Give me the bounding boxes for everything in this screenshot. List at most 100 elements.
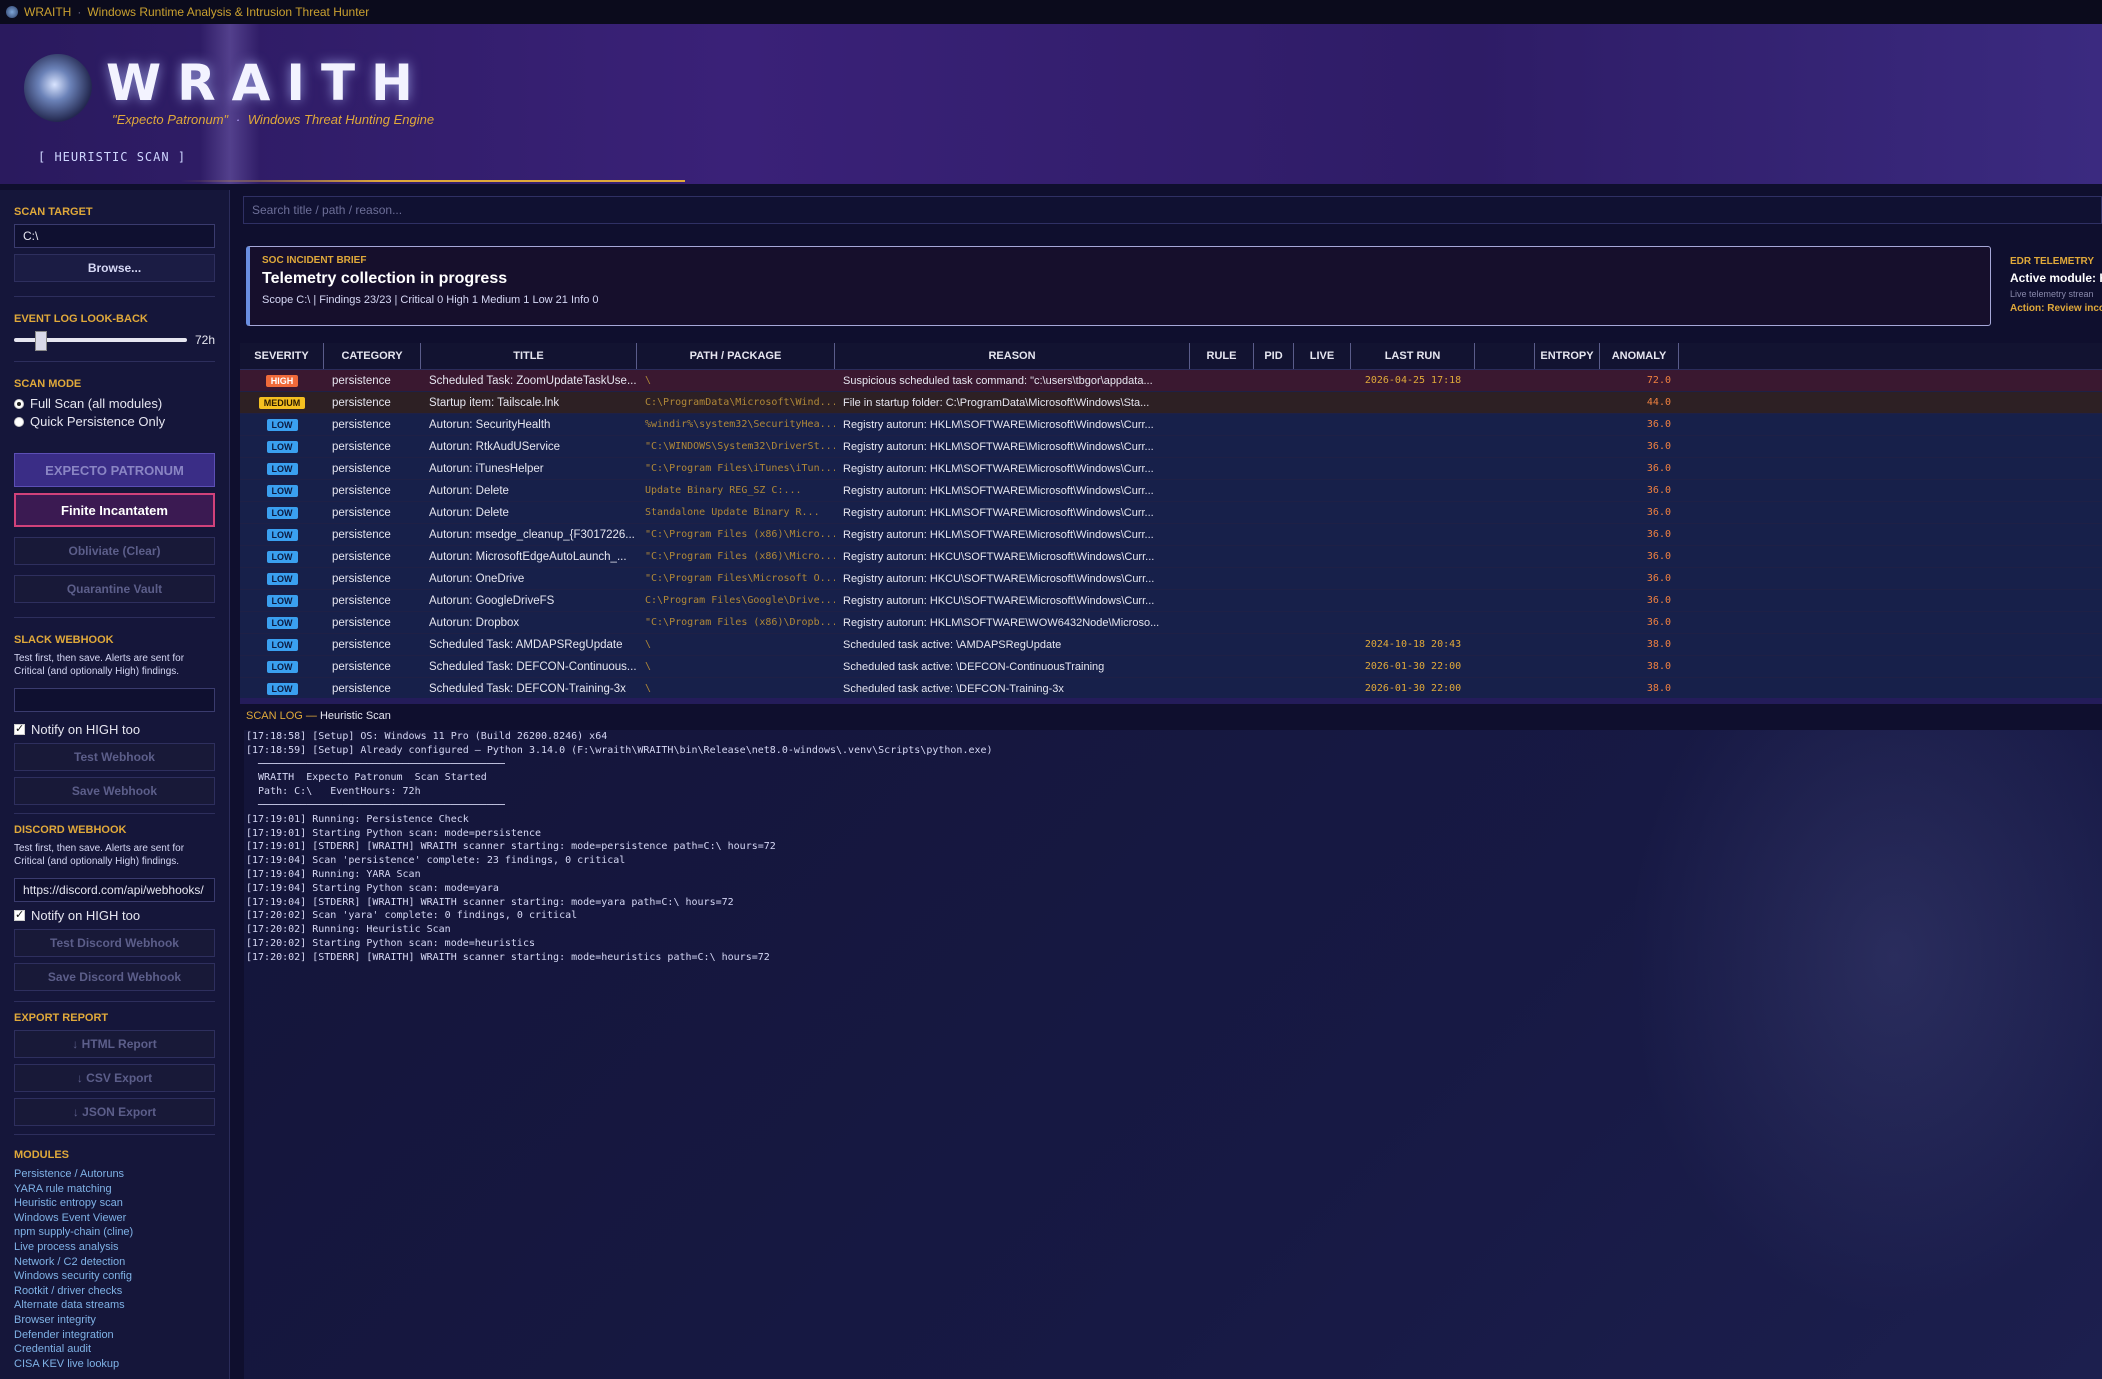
table-row[interactable]: LOW persistence Autorun: OneDrive "C:\Progr… [240,568,2102,590]
severity-cell: LOW [240,550,324,563]
severity-cell: LOW [240,638,324,651]
table-row[interactable]: LOW persistence Autorun: RtkAudUService "C:… [240,436,2102,458]
browse-button[interactable]: Browse... [14,254,215,282]
column-header[interactable]: CATEGORY [324,343,421,369]
html-report-button[interactable]: ↓ HTML Report [14,1030,215,1058]
modules-title: MODULES [14,1149,69,1161]
table-row[interactable]: LOW persistence Scheduled Task: AMDAPSRegU… [240,634,2102,656]
column-header[interactable]: REASON [835,343,1190,369]
divider [14,1134,215,1135]
table-row[interactable]: MEDIUM persistence Startup item: Tailscale… [240,392,2102,414]
search-input[interactable]: Search title / path / reason... [243,196,2102,224]
cell-path: "C:\Program Files\Microsoft O... [645,573,835,584]
severity-cell: LOW [240,572,324,585]
severity-badge: LOW [266,528,298,541]
column-header[interactable]: SEVERITY [240,343,324,369]
json-export-button[interactable]: ↓ JSON Export [14,1098,215,1126]
discord-notify-high-checkbox[interactable] [14,908,25,921]
cell-anomaly: 36.0 [1646,463,1671,474]
log-line: [17:20:02] [STDERR] [WRAITH] WRAITH scan… [246,951,770,963]
table-row[interactable]: LOW persistence Autorun: SecurityHealth %wi… [240,414,2102,436]
cell-title: Autorun: SecurityHealth [429,418,551,431]
edr-active-module: Active module: H [2010,271,2102,285]
cell-title: Scheduled Task: ZoomUpdateTaskUse... [429,374,637,387]
lookback-slider-handle[interactable] [34,331,47,351]
table-row[interactable]: LOW persistence Autorun: GoogleDriveFS C:\P… [240,590,2102,612]
cell-reason: Registry autorun: HKLM\SOFTWARE\Microsof… [843,462,1154,475]
csv-export-button[interactable]: ↓ CSV Export [14,1064,215,1092]
slack-notify-high[interactable]: Notify on HIGH too [14,722,215,737]
slack-webhook-title: SLACK WEBHOOK [14,634,114,646]
severity-cell: LOW [240,418,324,431]
discord-notify-high[interactable]: Notify on HIGH too [14,908,215,923]
cell-path: Standalone Update Binary R... [645,507,820,518]
table-row[interactable]: LOW persistence Autorun: iTunesHelper "C:\P… [240,458,2102,480]
column-header[interactable] [1475,343,1535,369]
test-discord-webhook-button[interactable]: Test Discord Webhook [14,929,215,957]
cell-last-run: 2024-10-18 20:43 [1364,639,1462,650]
scan-mode-full[interactable]: Full Scan (all modules) [14,396,215,411]
app-name: WRAITH [24,5,72,19]
scan-mode-quick[interactable]: Quick Persistence Only [14,414,215,429]
column-header[interactable]: LIVE [1294,343,1351,369]
cell-reason: File in startup folder: C:\ProgramData\M… [843,396,1150,409]
cell-reason: Registry autorun: HKLM\SOFTWARE\Microsof… [843,484,1154,497]
edr-action: Action: Review inco [2010,303,2102,314]
radio-quick-persistence[interactable] [14,416,24,427]
table-row[interactable]: HIGH persistence Scheduled Task: ZoomUpdat… [240,370,2102,392]
table-row[interactable]: LOW persistence Scheduled Task: DEFCON-Tra… [240,678,2102,698]
table-row[interactable]: LOW persistence Autorun: MicrosoftEdgeAuto… [240,546,2102,568]
edr-label: EDR TELEMETRY [2010,256,2095,267]
obliviate-clear-button[interactable]: Obliviate (Clear) [14,537,215,565]
severity-cell: LOW [240,506,324,519]
app-subtitle: Windows Runtime Analysis & Intrusion Thr… [87,5,370,19]
cell-category: persistence [332,550,391,563]
table-row[interactable]: LOW persistence Autorun: Dropbox "C:\Progra… [240,612,2102,634]
cell-path: \ [645,375,652,386]
column-header[interactable]: PATH / PACKAGE [637,343,835,369]
slack-webhook-url-input[interactable] [14,688,215,712]
column-header[interactable]: RULE [1190,343,1254,369]
test-webhook-button[interactable]: Test Webhook [14,743,215,771]
cell-category: persistence [332,528,391,541]
table-row[interactable]: LOW persistence Autorun: Delete Standalone … [240,502,2102,524]
slack-notify-high-checkbox[interactable] [14,722,25,735]
cell-title: Autorun: msedge_cleanup_{F3017226... [429,528,635,541]
lookback-slider[interactable] [14,331,187,351]
cell-anomaly: 36.0 [1646,617,1671,628]
radio-full-scan[interactable] [14,398,24,409]
discord-webhook-url-input[interactable]: https://discord.com/api/webhooks/ [14,878,215,902]
divider [14,617,215,618]
cell-reason: Registry autorun: HKLM\SOFTWARE\Microsof… [843,440,1154,453]
log-line: Path: C:\ EventHours: 72h [246,786,421,798]
cell-reason: Registry autorun: HKCU\SOFTWARE\Microsof… [843,594,1155,607]
column-header[interactable]: PID [1254,343,1294,369]
quarantine-vault-button[interactable]: Quarantine Vault [14,575,215,603]
lookback-title: EVENT LOG LOOK-BACK [14,313,148,325]
table-row[interactable]: LOW persistence Scheduled Task: DEFCON-Con… [240,656,2102,678]
table-row[interactable]: LOW persistence Autorun: msedge_cleanup_{F… [240,524,2102,546]
save-discord-webhook-button[interactable]: Save Discord Webhook [14,963,215,991]
expecto-patronum-button[interactable]: EXPECTO PATRONUM [14,453,215,487]
save-webhook-button[interactable]: Save Webhook [14,777,215,805]
finite-incantatem-button[interactable]: Finite Incantatem [14,493,215,527]
severity-badge: LOW [266,462,298,475]
table-row[interactable]: LOW persistence Autorun: Delete Update Bina… [240,480,2102,502]
header-banner: WRAITH "Expecto Patronum" · Windows Thre… [0,24,2102,184]
table-scrollbar[interactable] [240,698,2102,704]
cell-category: persistence [332,374,391,387]
column-header[interactable]: LAST RUN [1351,343,1475,369]
log-line: [17:19:01] [STDERR] [WRAITH] WRAITH scan… [246,841,776,853]
radio-quick-persistence-label: Quick Persistence Only [30,414,166,429]
cell-anomaly: 44.0 [1646,397,1671,408]
column-header[interactable]: ANOMALY [1600,343,1679,369]
severity-badge: LOW [266,682,298,695]
cell-anomaly: 38.0 [1646,683,1671,694]
column-header[interactable]: TITLE [421,343,637,369]
cell-path: %windir%\system32\SecurityHea... [645,419,835,430]
severity-badge: HIGH [265,374,299,387]
scan-target-input[interactable]: C:\ [14,224,215,248]
cell-anomaly: 36.0 [1646,551,1671,562]
column-header[interactable]: ENTROPY [1535,343,1600,369]
cell-category: persistence [332,396,391,409]
